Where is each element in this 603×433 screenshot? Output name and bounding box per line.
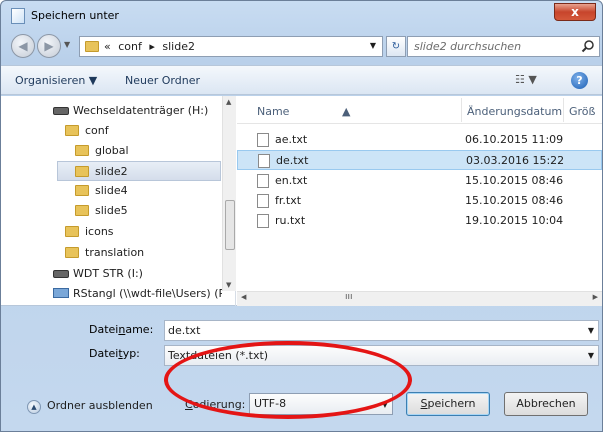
refresh-icon: ↻	[391, 41, 401, 52]
encoding-dropdown-icon[interactable]: ▼	[382, 395, 388, 415]
address-dropdown-icon[interactable]: ▼	[370, 41, 376, 50]
scroll-up-icon[interactable]: ▲	[226, 98, 231, 106]
text-file-icon	[257, 174, 269, 188]
breadcrumb-separator[interactable]: ▸	[149, 40, 155, 53]
new-folder-button[interactable]: Neuer Ordner	[125, 74, 200, 87]
tree-item-removable-drive[interactable]: Wechseldatenträger (H:)	[53, 101, 223, 121]
drive-icon	[53, 107, 69, 115]
scroll-grip[interactable]: ııı	[345, 292, 353, 302]
breadcrumb: « conf ▸ slide2	[104, 40, 199, 53]
help-icon[interactable]: ?	[571, 72, 588, 89]
scroll-right-icon[interactable]: ▶	[593, 293, 598, 301]
arrow-left-icon: ◀	[18, 39, 28, 53]
titlebar: Speichern unter x	[1, 1, 602, 31]
filename-dropdown-icon[interactable]: ▼	[588, 321, 594, 340]
breadcrumb-overflow[interactable]: «	[104, 40, 111, 53]
refresh-button[interactable]: ↻	[386, 36, 406, 57]
column-divider[interactable]	[563, 98, 564, 122]
text-file-icon	[257, 214, 269, 228]
save-form: Dateiname: de.txt ▼ Dateityp: Textdateie…	[1, 307, 602, 377]
address-bar[interactable]: « conf ▸ slide2 ▼	[79, 36, 383, 57]
history-dropdown-icon[interactable]: ▼	[64, 40, 70, 49]
filename-input[interactable]: de.txt ▼	[164, 320, 599, 341]
cancel-button[interactable]: Abbrechen	[504, 392, 588, 416]
file-row-ae[interactable]: ae.txt 06.10.2015 11:09	[237, 130, 602, 150]
folder-icon	[75, 145, 89, 156]
window-icon	[11, 8, 25, 24]
folder-icon	[65, 226, 79, 237]
tree-item-conf[interactable]: conf	[65, 121, 215, 141]
folder-icon	[75, 205, 89, 216]
file-row-de[interactable]: de.txt 03.03.2016 15:22	[237, 150, 602, 170]
network-drive-icon	[53, 288, 69, 298]
tree-item-global[interactable]: global	[75, 141, 215, 161]
column-divider[interactable]	[461, 98, 462, 122]
tree-item-slide2[interactable]: slide2	[57, 161, 221, 181]
folder-icon	[65, 247, 79, 258]
column-header-size[interactable]: Größ	[569, 105, 595, 118]
tree-item-slide5[interactable]: slide5	[75, 201, 215, 221]
file-horizontal-scrollbar[interactable]: ◀ ııı ▶	[237, 291, 602, 306]
save-button[interactable]: Speichern	[406, 392, 490, 416]
encoding-label: Codierung:	[185, 398, 246, 411]
tree-item-wdt-str-drive[interactable]: WDT STR (I:)	[53, 264, 213, 284]
command-bar: Organisieren ▼ Neuer Ordner ☷ ▼ ?	[1, 65, 602, 95]
column-header-name[interactable]: Name	[257, 105, 289, 118]
search-box[interactable]: slide2 durchsuchen	[407, 36, 600, 57]
tree-item-icons[interactable]: icons	[65, 222, 215, 242]
filetype-select[interactable]: Textdateien (*.txt) ▼	[164, 345, 599, 366]
scroll-thumb[interactable]	[225, 200, 235, 250]
file-row-en[interactable]: en.txt 15.10.2015 08:46	[237, 171, 602, 191]
view-options-button[interactable]: ☷ ▼	[515, 73, 537, 86]
search-icon[interactable]	[581, 39, 595, 53]
search-input[interactable]: slide2 durchsuchen	[414, 40, 521, 53]
breadcrumb-conf[interactable]: conf	[118, 40, 142, 53]
column-header-date[interactable]: Änderungsdatum	[467, 105, 562, 118]
back-button[interactable]: ◀	[11, 34, 35, 58]
close-button[interactable]: x	[554, 3, 596, 21]
tree-item-slide4[interactable]: slide4	[75, 181, 215, 201]
scroll-down-icon[interactable]: ▼	[226, 281, 231, 289]
folder-icon	[85, 41, 99, 52]
encoding-select[interactable]: UTF-8 ▼	[249, 393, 393, 415]
drive-icon	[53, 270, 69, 278]
text-file-icon	[257, 133, 269, 147]
filename-label: Dateiname:	[89, 323, 154, 336]
column-header: ▲ Name Änderungsdatum Größ	[237, 96, 602, 124]
text-file-icon	[257, 194, 269, 208]
browser-area: Wechseldatenträger (H:) conf global slid…	[1, 96, 602, 306]
dialog-footer: ▲ Ordner ausblenden Codierung: UTF-8 ▼ S…	[1, 377, 602, 433]
text-file-icon	[258, 154, 270, 168]
scroll-left-icon[interactable]: ◀	[241, 293, 246, 301]
window-title: Speichern unter	[31, 9, 119, 22]
sort-ascending-icon: ▲	[342, 105, 351, 118]
forward-button[interactable]: ▶	[37, 34, 61, 58]
collapse-icon[interactable]: ▲	[27, 400, 41, 414]
tree-item-translation[interactable]: translation	[65, 243, 215, 263]
hide-folders-button[interactable]: Ordner ausblenden	[47, 399, 153, 412]
organize-button[interactable]: Organisieren ▼	[15, 74, 97, 87]
file-row-ru[interactable]: ru.txt 19.10.2015 10:04	[237, 211, 602, 231]
navigation-pane: Wechseldatenträger (H:) conf global slid…	[1, 96, 236, 306]
save-as-dialog: Speichern unter x ◀ ▶ ▼ « conf ▸ slide2 …	[0, 0, 603, 432]
nav-vertical-scrollbar[interactable]: ▲ ▼	[222, 96, 236, 291]
file-list: ▲ Name Änderungsdatum Größ ae.txt 06.10.…	[237, 96, 602, 306]
arrow-right-icon: ▶	[44, 39, 54, 53]
folder-icon	[75, 185, 89, 196]
breadcrumb-slide2[interactable]: slide2	[162, 40, 195, 53]
file-row-fr[interactable]: fr.txt 15.10.2015 08:46	[237, 191, 602, 211]
filetype-dropdown-icon[interactable]: ▼	[588, 346, 594, 365]
folder-icon	[65, 125, 79, 136]
filetype-label: Dateityp:	[89, 347, 140, 360]
address-row: ◀ ▶ ▼ « conf ▸ slide2 ▼ ↻ slide2 durchsu…	[1, 31, 602, 63]
tree-item-network-drive[interactable]: RStangl (\\wdt-file\Users) (P:	[53, 284, 222, 304]
folder-icon	[75, 166, 89, 177]
